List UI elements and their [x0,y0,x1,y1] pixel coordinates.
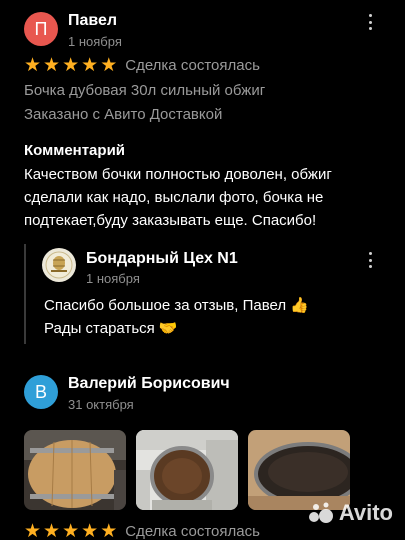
review-photo[interactable] [136,430,238,510]
reviewer-name[interactable]: Павел [68,12,117,30]
avatar[interactable]: П [24,12,58,46]
seller-name[interactable]: Бондарный Цех N1 [86,250,238,268]
rating-stars: ★ ★ ★ ★ ★ [24,56,119,75]
comment-text: Качеством бочки полностью доволен, обжиг… [24,166,332,229]
reply-text: Спасибо большое за отзыв, Павел 👍 Рады с… [44,294,374,340]
seller-logo[interactable] [42,248,76,282]
star-icon: ★ [100,55,118,76]
star-icon: ★ [81,55,99,76]
reply-divider [24,244,26,344]
barrel-lid-photo [248,430,350,510]
review-photos [24,430,350,510]
barrel-photo-2 [136,430,238,510]
reply-line: Спасибо большое за отзыв, Павел 👍 [44,297,309,314]
review-photo[interactable] [24,430,126,510]
avito-watermark: Avito [308,500,393,526]
review-date: 31 октября [68,397,134,412]
reviewer-name[interactable]: Валерий Борисович [68,375,230,393]
star-icon: ★ [43,55,61,76]
avito-logo-icon [308,502,333,523]
avatar[interactable]: В [24,375,58,409]
product-name: Бочка дубовая 30л сильный обжиг [24,82,266,99]
star-icon: ★ [100,521,118,540]
seller-logo-icon [45,251,73,279]
reply-line: Рады стараться 🤝 [44,320,178,337]
delivery-note: Заказано с Авито Доставкой [24,106,223,123]
deal-status: Сделка состоялась [125,523,260,540]
review-photo[interactable] [248,430,350,510]
watermark-text: Avito [338,500,393,525]
star-icon: ★ [24,55,42,76]
rating-row: ★ ★ ★ ★ ★ Сделка состоялась [24,56,260,75]
rating-stars: ★ ★ ★ ★ ★ [24,522,119,540]
barrel-photo-1 [24,430,126,510]
more-options-icon[interactable] [362,12,378,32]
reply-more-options-icon[interactable] [362,250,378,270]
star-icon: ★ [24,521,42,540]
reply-date: 1 ноября [86,271,140,286]
avatar-letter: В [34,381,47,402]
rating-row: ★ ★ ★ ★ ★ Сделка состоялась [24,522,260,540]
star-icon: ★ [43,521,61,540]
comment-title: Комментарий [24,142,126,159]
deal-status: Сделка состоялась [125,57,260,74]
star-icon: ★ [62,55,80,76]
star-icon: ★ [62,521,80,540]
star-icon: ★ [81,521,99,540]
avatar-letter: П [34,18,48,39]
review-date: 1 ноября [68,34,122,49]
